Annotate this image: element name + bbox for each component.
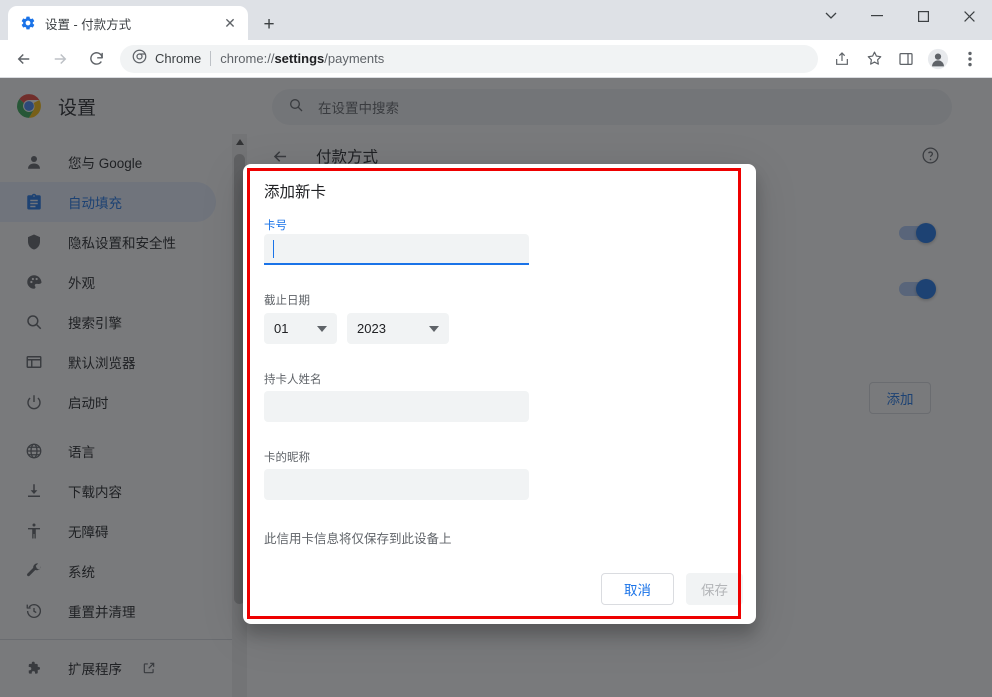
- expiry-year-select[interactable]: 2023: [347, 313, 449, 344]
- new-tab-button[interactable]: +: [256, 11, 282, 37]
- card-number-input[interactable]: [264, 234, 529, 265]
- expiry-year-value: 2023: [357, 321, 386, 336]
- tab-close-icon[interactable]: ✕: [220, 13, 240, 33]
- window-controls: [808, 0, 992, 32]
- chevron-down-icon: [317, 325, 327, 332]
- reload-button-icon[interactable]: [81, 44, 111, 74]
- omnibox-separator: [210, 51, 212, 66]
- omnibox-url: chrome://settings/payments: [220, 51, 385, 66]
- dialog-body: 添加新卡 卡号 截止日期 01 2023 持卡人姓名 卡的昵称 此信用卡信息将仅…: [243, 164, 756, 624]
- bookmark-star-icon[interactable]: [860, 45, 888, 73]
- expiry-month-value: 01: [274, 321, 289, 336]
- settings-gear-favicon-icon: [20, 15, 36, 31]
- share-icon[interactable]: [828, 45, 856, 73]
- dialog-note: 此信用卡信息将仅保存到此设备上: [264, 532, 452, 546]
- expiry-month-select[interactable]: 01: [264, 313, 337, 344]
- back-button-icon[interactable]: [9, 44, 39, 74]
- browser-tab[interactable]: 设置 - 付款方式 ✕: [8, 6, 248, 40]
- tab-title: 设置 - 付款方式: [45, 17, 132, 32]
- chrome-logo-icon: [132, 49, 147, 69]
- omnibox-chrome-label: Chrome: [155, 51, 202, 66]
- minimize-button[interactable]: [854, 0, 900, 32]
- dialog-title: 添加新卡: [264, 184, 327, 201]
- maximize-button[interactable]: [900, 0, 946, 32]
- chrome-menu-icon[interactable]: [956, 45, 984, 73]
- chevron-down-icon: [429, 325, 439, 332]
- browser-toolbar: Chrome chrome://settings/payments: [0, 40, 992, 78]
- side-panel-icon[interactable]: [892, 45, 920, 73]
- forward-button-icon[interactable]: [45, 44, 75, 74]
- card-nickname-label: 卡的昵称: [264, 452, 310, 464]
- card-nickname-input[interactable]: [264, 469, 529, 500]
- card-number-label: 卡号: [264, 220, 287, 232]
- close-button[interactable]: [946, 0, 992, 32]
- expiry-date-label: 截止日期: [264, 295, 310, 307]
- browser-window: 设置 - 付款方式 ✕ + Chrome chrome://settings/p…: [0, 0, 992, 697]
- profile-avatar-icon[interactable]: [924, 45, 952, 73]
- cardholder-name-label: 持卡人姓名: [264, 374, 322, 386]
- tab-search-icon[interactable]: [808, 0, 854, 32]
- text-caret: [273, 240, 274, 258]
- cancel-button[interactable]: 取消: [601, 573, 674, 605]
- save-button[interactable]: 保存: [686, 573, 743, 605]
- cardholder-name-input[interactable]: [264, 391, 529, 422]
- add-card-dialog: 添加新卡 卡号 截止日期 01 2023 持卡人姓名 卡的昵称 此信用卡信息将仅…: [243, 164, 756, 624]
- tab-strip: 设置 - 付款方式 ✕ +: [0, 0, 992, 40]
- address-bar[interactable]: Chrome chrome://settings/payments: [120, 44, 818, 73]
